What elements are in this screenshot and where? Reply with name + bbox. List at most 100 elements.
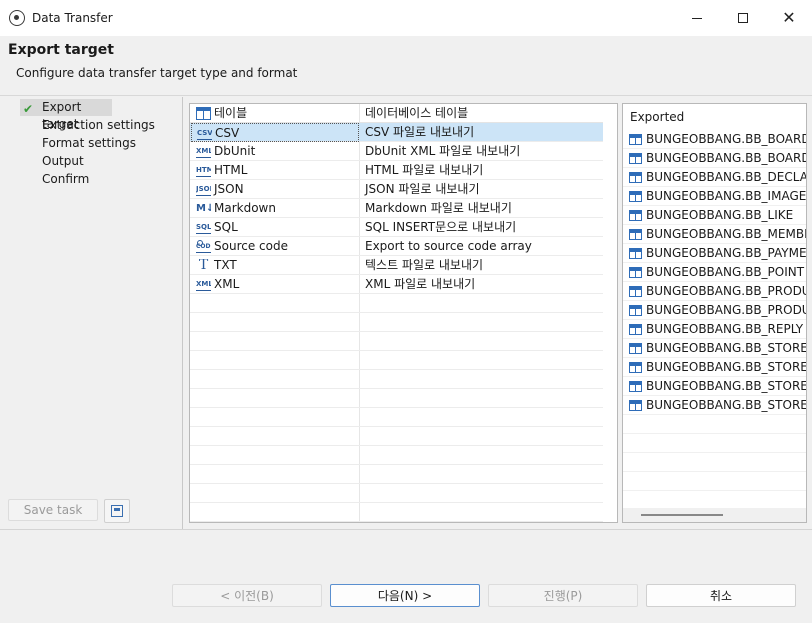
exported-table-name: BUNGEOBBANG.BB_STORE: [646, 341, 807, 355]
format-description: JSON 파일로 내보내기: [365, 182, 480, 196]
table-row[interactable]: JSONJSON JSON 파일로 내보내기: [190, 180, 617, 199]
exported-table-item[interactable]: BUNGEOBBANG.BB_STORE_PA: [623, 377, 807, 396]
format-name-cell: SQL SQL: [191, 218, 359, 237]
format-name: TXT: [214, 258, 237, 272]
proceed-button[interactable]: 진행(P): [488, 584, 638, 607]
format-name-cell: CSV CSV: [191, 123, 359, 142]
table-row[interactable]: M↓Markdown Markdown 파일로 내보내기: [190, 199, 617, 218]
check-icon: ✔: [23, 102, 34, 116]
html-icon: HTML: [196, 164, 211, 177]
column-header-name[interactable]: 테이블: [191, 104, 359, 123]
window-title: Data Transfer: [32, 11, 113, 25]
exported-horizontal-scrollbar[interactable]: [623, 508, 806, 522]
exported-table-item[interactable]: BUNGEOBBANG.BB_PRODUCT: [623, 282, 806, 301]
close-button[interactable]: ✕: [766, 0, 812, 36]
table-icon: [629, 400, 642, 411]
format-name-cell: JSONJSON: [191, 180, 359, 199]
minimize-icon: [692, 17, 702, 19]
exported-table-item[interactable]: BUNGEOBBANG.BB_STORE_MI: [623, 358, 807, 377]
table-row[interactable]: HTMLHTML HTML 파일로 내보내기: [190, 161, 617, 180]
export-type-table[interactable]: 테이블 데이터베이스 테이블 CSVCSVCSV 파일로 내보내기XMLDbUn…: [189, 103, 618, 523]
scrollbar-thumb[interactable]: [641, 514, 723, 516]
step-output[interactable]: Output: [42, 154, 84, 168]
next-button[interactable]: 다음(N) >: [330, 584, 480, 607]
exported-table-name: BUNGEOBBANG.BB_STORE_PA: [646, 379, 807, 393]
exported-header: Exported: [630, 110, 685, 124]
markdown-icon: M↓: [196, 203, 211, 214]
step-extraction-settings[interactable]: Extraction settings: [42, 118, 155, 132]
exported-table-item[interactable]: BUNGEOBBANG.BB_STORE: [623, 339, 807, 358]
table-icon: [629, 286, 642, 297]
exported-table-item[interactable]: BUNGEOBBANG.BB_STORE_WO: [623, 396, 806, 415]
table-icon: [629, 343, 642, 354]
empty-row: [190, 370, 617, 389]
page-header: Export target Configure data transfer ta…: [0, 36, 812, 96]
table-scrollbar[interactable]: [603, 104, 617, 522]
table-row[interactable]: T TXT 텍스트 파일로 내보내기: [190, 256, 617, 275]
table-row[interactable]: XMLDbUnit DbUnit XML 파일로 내보내기: [190, 142, 617, 161]
exported-table-name: BUNGEOBBANG.BB_REPLY: [646, 322, 804, 336]
wizard-steps: ✔ Export target Extraction settings Form…: [0, 97, 182, 527]
exported-table-item[interactable]: BUNGEOBBANG.BB_REPLY: [623, 320, 806, 339]
minimize-button[interactable]: [674, 0, 720, 36]
exported-table-item[interactable]: BUNGEOBBANG.BB_BOARD_C: [623, 149, 806, 168]
empty-row: [623, 415, 806, 434]
sql-icon: SQL: [196, 221, 211, 234]
empty-row: [623, 453, 806, 472]
app-logo-icon: [9, 10, 25, 26]
format-description: XML 파일로 내보내기: [365, 277, 476, 291]
empty-row: [190, 389, 617, 408]
title-bar: Data Transfer ✕: [0, 0, 812, 36]
exported-table-name: BUNGEOBBANG.BB_PRODUCT: [646, 284, 806, 298]
exported-table-name: BUNGEOBBANG.BB_PAYMENT: [646, 246, 807, 260]
table-icon: [629, 134, 642, 145]
maximize-button[interactable]: [720, 0, 766, 36]
exported-table-item[interactable]: BUNGEOBBANG.BB_IMAGE: [623, 187, 806, 206]
csv-icon: CSV: [197, 127, 212, 140]
format-name-cell: XMLDbUnit: [191, 142, 359, 161]
empty-row: [190, 332, 617, 351]
exported-table-item[interactable]: BUNGEOBBANG.BB_LIKE: [623, 206, 806, 225]
format-description: 텍스트 파일로 내보내기: [365, 258, 484, 272]
format-name-cell: XMLXML: [191, 275, 359, 294]
exported-table-name: BUNGEOBBANG.BB_BOARD_C: [646, 151, 806, 165]
step-confirm[interactable]: Confirm: [42, 172, 89, 186]
format-name: HTML: [214, 163, 248, 177]
exported-table-name: BUNGEOBBANG.BB_BOARD: [646, 132, 807, 146]
exported-table-item[interactable]: BUNGEOBBANG.BB_BOARD: [623, 130, 807, 149]
empty-row: [190, 351, 617, 370]
empty-row: [190, 408, 617, 427]
empty-row: [190, 427, 617, 446]
exported-table-item[interactable]: BUNGEOBBANG.BB_MEMBER: [623, 225, 806, 244]
table-row[interactable]: CSV CSV CSV 파일로 내보내기: [190, 123, 617, 142]
exported-table-item[interactable]: BUNGEOBBANG.BB_DECLARE: [623, 168, 807, 187]
exported-table-item[interactable]: BUNGEOBBANG.BB_PAYMENT: [623, 244, 807, 263]
table-icon: [629, 153, 642, 164]
format-description: SQL INSERT문으로 내보내기: [365, 220, 517, 234]
table-row[interactable]: XMLXML XML 파일로 내보내기: [190, 275, 617, 294]
cancel-button[interactable]: 취소: [646, 584, 796, 607]
table-icon: [629, 191, 642, 202]
step-export-target[interactable]: ✔ Export target: [20, 99, 112, 131]
exported-table-item[interactable]: BUNGEOBBANG.BB_PRODUCT: [623, 301, 806, 320]
table-row[interactable]: SQL SQL SQL INSERT문으로 내보내기: [190, 218, 617, 237]
format-name-cell: T TXT: [191, 256, 359, 275]
table-row[interactable]: CODESource code Export to source code arr…: [190, 237, 617, 256]
format-name-cell: CODESource code: [191, 237, 359, 256]
xml-icon: XML: [196, 145, 211, 158]
exported-table-name: BUNGEOBBANG.BB_STORE_MI: [646, 360, 807, 374]
exported-table-name: BUNGEOBBANG.BB_DECLARE: [646, 170, 807, 184]
empty-row: [190, 503, 617, 522]
empty-row: [190, 294, 617, 313]
empty-row: [190, 446, 617, 465]
column-header-description[interactable]: 데이터베이스 테이블: [365, 104, 605, 123]
page-title: Export target: [8, 42, 114, 58]
format-description: CSV 파일로 내보내기: [365, 125, 475, 139]
exported-table-item[interactable]: BUNGEOBBANG.BB_POINT: [623, 263, 806, 282]
step-format-settings[interactable]: Format settings: [42, 136, 136, 150]
format-description: Export to source code array: [365, 239, 532, 253]
format-description: DbUnit XML 파일로 내보내기: [365, 144, 521, 158]
previous-button[interactable]: < 이전(B): [172, 584, 322, 607]
save-task-button[interactable]: Save task: [8, 499, 98, 521]
task-config-button[interactable]: [104, 499, 130, 523]
